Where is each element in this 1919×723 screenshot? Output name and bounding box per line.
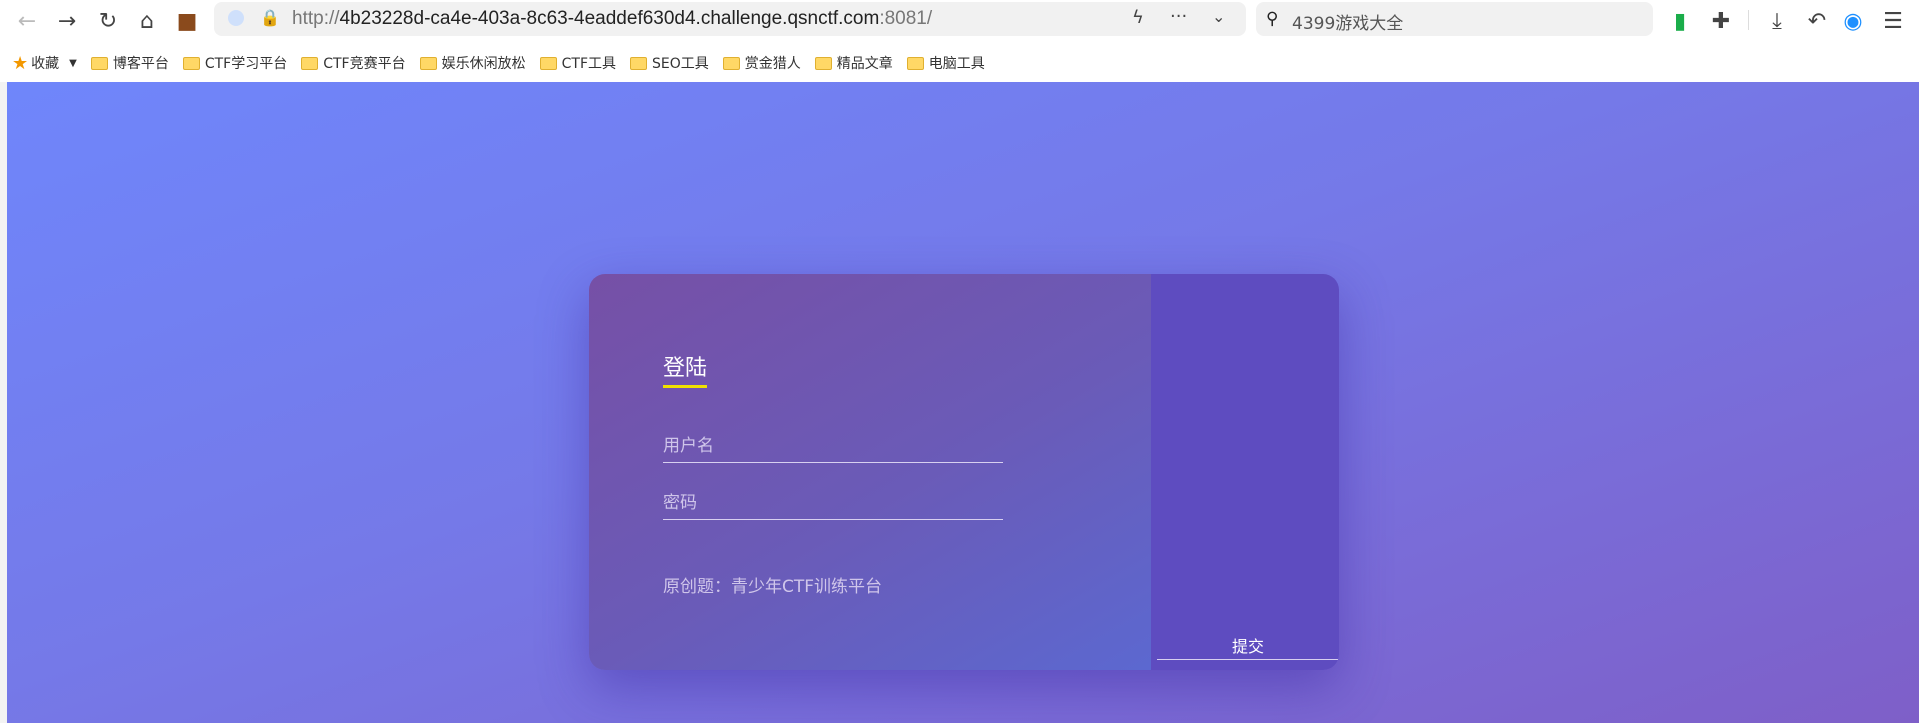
- extensions-icon[interactable]: ✚: [1706, 6, 1736, 36]
- forward-icon[interactable]: →: [52, 6, 82, 36]
- bookmark-folder[interactable]: CTF学习平台: [182, 53, 288, 73]
- login-form-panel: 登陆 原创题：青少年CTF训练平台: [589, 274, 1151, 670]
- folder-icon: [301, 56, 319, 70]
- bookmark-label: CTF竞赛平台: [323, 56, 406, 72]
- bookmark-folder[interactable]: 赏金猎人: [722, 53, 801, 73]
- bookmark-label: CTF工具: [561, 56, 617, 72]
- search-box[interactable]: ⚲ 4399游戏大全: [1256, 2, 1653, 36]
- bookmark-folder[interactable]: CTF工具: [539, 53, 617, 73]
- folder-icon: [906, 56, 924, 70]
- bookmark-label: 电脑工具: [928, 56, 985, 72]
- folder-icon: [419, 56, 437, 70]
- folder-icon: [814, 56, 832, 70]
- home-icon[interactable]: ⌂: [132, 6, 162, 36]
- bookmark-label: CTF学习平台: [204, 56, 288, 72]
- menu-icon[interactable]: ☰: [1878, 6, 1908, 36]
- folder-icon: [630, 56, 648, 70]
- download-icon[interactable]: ⤓: [1762, 6, 1792, 36]
- folder-icon: [722, 56, 740, 70]
- bookmark-folder[interactable]: SEO工具: [630, 53, 709, 73]
- bookmark-label: SEO工具: [652, 56, 709, 72]
- side-panel: [1151, 274, 1339, 670]
- bookmarks-favorites[interactable]: ★ 收藏 ▼: [12, 53, 77, 74]
- folder-icon: [182, 56, 200, 70]
- insecure-lock-icon[interactable]: 🔒: [260, 8, 280, 27]
- sidebar-strip: [0, 82, 7, 723]
- reader-icon[interactable]: ▮: [1665, 6, 1695, 36]
- undo-icon[interactable]: ↶: [1802, 6, 1832, 36]
- login-card: 登陆 原创题：青少年CTF训练平台 提交: [589, 274, 1339, 670]
- login-title: 登陆: [663, 350, 708, 388]
- bookmark-label: 精品文章: [836, 56, 893, 72]
- chevron-down-icon[interactable]: ⌄: [1212, 7, 1225, 26]
- back-icon[interactable]: ←: [12, 6, 42, 36]
- bookmark-folder[interactable]: 娱乐休闲放松: [419, 53, 526, 73]
- caret-down-icon[interactable]: ▼: [69, 58, 77, 69]
- bookmark-label: 博客平台: [112, 56, 169, 72]
- submit-button[interactable]: 提交: [1157, 630, 1339, 660]
- search-input[interactable]: 4399游戏大全: [1292, 9, 1403, 34]
- password-field[interactable]: [663, 486, 1003, 520]
- lightning-icon[interactable]: ϟ: [1132, 7, 1144, 28]
- password-input[interactable]: [663, 486, 1003, 519]
- site-icon: [228, 10, 244, 26]
- bookmarks-bar: ★ 收藏 ▼ 博客平台 CTF学习平台 CTF竞赛平台 娱乐休闲放松 CTF工具 S…: [0, 44, 1919, 82]
- browser-toolbar: ← → ↻ ⌂ ■ 🔒 http://4b23228d-ca4e-403a-8c…: [0, 0, 1919, 44]
- search-icon: ⚲: [1266, 9, 1279, 29]
- url-port: :8081/: [879, 8, 933, 29]
- bookmarks-label: 收藏: [31, 56, 60, 72]
- credit-note: 原创题：青少年CTF训练平台: [663, 577, 883, 597]
- folder-icon: [539, 56, 557, 70]
- bookmark-folder[interactable]: 博客平台: [90, 53, 169, 73]
- address-bar[interactable]: 🔒 http://4b23228d-ca4e-403a-8c63-4eaddef…: [214, 2, 1246, 36]
- bookmark-label: 娱乐休闲放松: [441, 56, 526, 72]
- url-scheme: http://: [292, 8, 340, 29]
- bookmark-label: 赏金猎人: [744, 56, 801, 72]
- bookmark-folder[interactable]: 电脑工具: [906, 53, 985, 73]
- reload-icon[interactable]: ↻: [93, 6, 123, 36]
- sync-icon[interactable]: ◉: [1838, 6, 1868, 36]
- briefcase-icon[interactable]: ■: [172, 6, 202, 36]
- username-field[interactable]: [663, 429, 1003, 463]
- bookmark-folder[interactable]: CTF竞赛平台: [301, 53, 406, 73]
- username-input[interactable]: [663, 429, 1003, 462]
- star-icon: ★: [12, 52, 29, 74]
- bookmark-folder[interactable]: 精品文章: [814, 53, 893, 73]
- url-host: 4b23228d-ca4e-403a-8c63-4eaddef630d4.cha…: [339, 8, 880, 29]
- divider: [1748, 10, 1749, 30]
- more-icon[interactable]: ···: [1170, 6, 1187, 27]
- folder-icon: [90, 56, 108, 70]
